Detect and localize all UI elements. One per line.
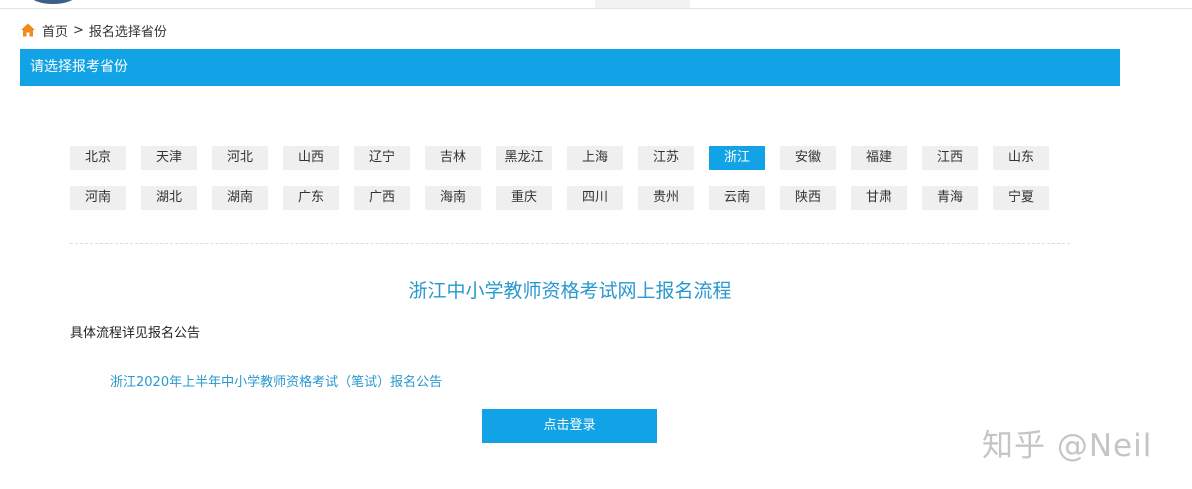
province-button[interactable]: 吉林	[425, 146, 481, 170]
breadcrumb: 首页 > 报名选择省份	[20, 20, 167, 40]
province-button[interactable]: 北京	[70, 146, 126, 170]
province-button[interactable]: 宁夏	[993, 186, 1049, 210]
province-selector: 北京 天津 河北 山西 辽宁 吉林 黑龙江 上海 江苏 浙江 安徽 福建 江西 山东 河南 湖北 湖南 广东 广西…	[70, 146, 1070, 226]
process-title: 浙江中小学教师资格考试网上报名流程	[408, 280, 732, 302]
province-button[interactable]: 河北	[212, 146, 268, 170]
watermark: 知乎 @Neil	[982, 428, 1153, 464]
section-header-title: 请选择报考省份	[30, 59, 128, 75]
province-button[interactable]: 湖南	[212, 186, 268, 210]
breadcrumb-current: 报名选择省份	[88, 24, 167, 40]
detail-note: 具体流程详见报名公告	[70, 326, 201, 341]
site-logo[interactable]	[30, 0, 76, 4]
province-button[interactable]: 云南	[709, 186, 765, 210]
province-button[interactable]: 海南	[425, 186, 481, 210]
province-button[interactable]: 天津	[141, 146, 197, 170]
province-button[interactable]: 山西	[283, 146, 339, 170]
province-button[interactable]: 上海	[567, 146, 623, 170]
province-button[interactable]: 辽宁	[354, 146, 410, 170]
announcement-link[interactable]: 浙江2020年上半年中小学教师资格考试（笔试）报名公告	[110, 371, 442, 390]
breadcrumb-separator: >	[73, 22, 84, 38]
province-button[interactable]: 青海	[922, 186, 978, 210]
top-navigation-bar	[0, 0, 1192, 9]
province-button[interactable]: 河南	[70, 186, 126, 210]
province-button[interactable]: 四川	[567, 186, 623, 210]
home-icon[interactable]	[20, 22, 36, 38]
province-button[interactable]: 湖北	[141, 186, 197, 210]
province-row: 北京 天津 河北 山西 辽宁 吉林 黑龙江 上海 江苏 浙江 安徽 福建 江西 山东	[70, 146, 1070, 170]
province-button[interactable]: 黑龙江	[496, 146, 552, 170]
section-header: 请选择报考省份	[20, 49, 1120, 86]
province-button[interactable]: 浙江	[709, 146, 765, 170]
province-button[interactable]: 陕西	[780, 186, 836, 210]
province-button[interactable]: 福建	[851, 146, 907, 170]
province-button[interactable]: 广西	[354, 186, 410, 210]
province-button[interactable]: 广东	[283, 186, 339, 210]
nav-tab[interactable]	[595, 0, 690, 8]
province-button[interactable]: 江西	[922, 146, 978, 170]
province-button[interactable]: 重庆	[496, 186, 552, 210]
province-button[interactable]: 江苏	[638, 146, 694, 170]
province-button[interactable]: 安徽	[780, 146, 836, 170]
login-button[interactable]: 点击登录	[482, 409, 657, 443]
dashed-divider	[70, 243, 1070, 244]
province-button[interactable]: 甘肃	[851, 186, 907, 210]
province-row: 河南 湖北 湖南 广东 广西 海南 重庆 四川 贵州 云南 陕西 甘肃 青海 宁夏	[70, 186, 1070, 210]
province-button[interactable]: 贵州	[638, 186, 694, 210]
province-button[interactable]: 山东	[993, 146, 1049, 170]
breadcrumb-home-link[interactable]: 首页	[42, 21, 68, 40]
